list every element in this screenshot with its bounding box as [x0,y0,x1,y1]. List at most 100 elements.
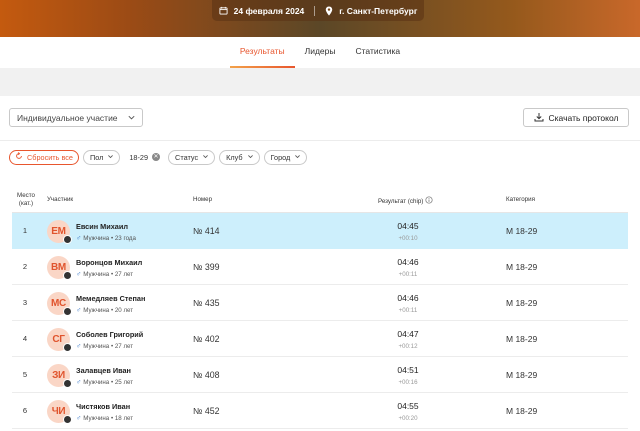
chevron-down-icon [127,113,136,124]
avatar: СГ [47,328,72,352]
reset-filters-button[interactable]: Сбросить все [9,149,79,165]
participation-type-value: Индивидуальное участие [17,112,118,123]
category-cell: М 18-29 [506,370,538,380]
results-table-header: Место (кат.) Участник Номер Результат (c… [0,186,640,213]
participant-name[interactable]: Залавцев Иван [76,366,131,375]
age-filter-value: 18-29 [129,152,149,162]
event-info-pill: 24 февраля 2024 г. Санкт-Петербург [212,0,424,21]
age-filter-selected[interactable]: 18-29 ✕ [124,149,165,165]
chevron-down-icon [247,153,254,162]
category-cell: М 18-29 [506,406,538,416]
flag-icon [63,307,72,316]
divider [0,140,640,141]
flag-icon [63,271,72,280]
participant-meta-text: Мужчина • 18 лет [83,415,134,422]
male-icon: ♂ [76,271,82,278]
result-gap: +00:20 [398,415,418,422]
event-hero-banner: 24 февраля 2024 г. Санкт-Петербург [0,0,640,37]
participant-name[interactable]: Соболев Григорий [76,330,143,339]
avatar-initials: ЧИ [51,406,66,417]
chevron-down-icon [294,153,301,162]
participant-name[interactable]: Воронцов Михаил [76,258,142,267]
participant-meta: ♂ Мужчина • 25 лет [76,379,133,386]
result-time: 04:47 [397,329,419,339]
location-pin-icon [325,6,333,16]
info-icon[interactable] [425,196,433,207]
place-column-header[interactable]: Место (кат.) [14,192,38,208]
result-gap: +00:12 [398,343,418,350]
results-toolbar: Индивидуальное участие Скачать протокол [0,96,640,140]
number-column-header[interactable]: Номер [193,196,212,204]
place-header-label: Место [17,192,35,199]
participant-meta-text: Мужчина • 23 года [83,235,136,242]
avatar-initials: СГ [52,334,65,345]
participant-meta-text: Мужчина • 20 лет [83,307,134,314]
category-cell: М 18-29 [506,298,538,308]
reset-filters-label: Сбросить все [27,152,73,162]
bib-number: № 452 [193,406,220,416]
table-row[interactable]: 1 ЕМ Евсин Михаил ♂ Мужчина • 23 года № 4… [12,213,628,249]
participant-name[interactable]: Мемедляев Степан [76,294,145,303]
result-column-header[interactable]: Результат (chip) [378,196,433,207]
section-separator [0,68,640,96]
filter-bar: Сбросить все Пол 18-29 ✕ Статус Клуб Гор… [9,149,308,165]
avatar: ЗИ [47,364,72,388]
avatar: ЕМ [47,220,72,244]
participant-meta: ♂ Мужчина • 27 лет [76,271,133,278]
result-time: 04:55 [397,401,419,411]
status-filter[interactable]: Статус [168,149,216,165]
participant-column-header[interactable]: Участник [47,196,73,204]
participant-meta-text: Мужчина • 27 лет [83,343,134,350]
participant-meta-text: Мужчина • 25 лет [83,379,134,386]
chevron-down-icon [107,153,114,162]
participant-name[interactable]: Чистяков Иван [76,402,130,411]
bib-number: № 408 [193,370,220,380]
participant-meta: ♂ Мужчина • 20 лет [76,307,133,314]
tab-results[interactable]: Результаты [229,37,295,68]
download-protocol-button[interactable]: Скачать протокол [523,108,629,127]
male-icon: ♂ [76,307,82,314]
participant-meta: ♂ Мужчина • 27 лет [76,343,133,350]
tab-leaders[interactable]: Лидеры [303,37,338,68]
avatar: ЧИ [47,400,72,424]
avatar: ВМ [47,256,72,280]
chevron-down-icon [202,153,209,162]
event-date: 24 февраля 2024 [233,5,305,16]
download-icon [534,112,544,124]
flag-icon [63,379,72,388]
category-column-header[interactable]: Категория [506,196,535,204]
result-gap: +00:10 [398,235,418,242]
reset-icon [15,152,23,162]
participation-type-select[interactable]: Индивидуальное участие [9,108,143,127]
male-icon: ♂ [76,379,82,386]
result-gap: +00:11 [398,271,418,278]
tab-statistics[interactable]: Статистика [353,37,402,68]
result-header-label: Результат (chip) [378,197,424,205]
bib-number: № 399 [193,262,220,272]
place-cell: 3 [22,298,28,307]
result-time: 04:46 [397,293,419,303]
divider [314,5,316,16]
city-filter-label: Город [270,152,291,162]
participant-meta-text: Мужчина • 27 лет [83,271,134,278]
clear-icon[interactable]: ✕ [152,153,161,161]
table-row[interactable]: 3 МС Мемедляев Степан ♂ Мужчина • 20 лет … [12,285,628,321]
table-row[interactable]: 6 ЧИ Чистяков Иван ♂ Мужчина • 18 лет № 4… [12,393,628,429]
city-filter[interactable]: Город [263,149,308,165]
participant-name[interactable]: Евсин Михаил [76,222,128,231]
club-filter-label: Клуб [226,152,243,162]
gender-filter[interactable]: Пол [82,149,121,165]
place-header-sublabel: (кат.) [18,200,34,207]
flag-icon [63,415,72,424]
male-icon: ♂ [76,415,82,422]
participant-meta: ♂ Мужчина • 23 года [76,235,136,242]
flag-icon [63,235,72,244]
table-row[interactable]: 2 ВМ Воронцов Михаил ♂ Мужчина • 27 лет №… [12,249,628,285]
table-row[interactable]: 4 СГ Соболев Григорий ♂ Мужчина • 27 лет … [12,321,628,357]
place-cell: 5 [22,370,28,379]
bib-number: № 414 [193,226,220,236]
table-row[interactable]: 5 ЗИ Залавцев Иван ♂ Мужчина • 25 лет № 4… [12,357,628,393]
participant-meta: ♂ Мужчина • 18 лет [76,415,133,422]
result-time: 04:51 [397,365,419,375]
club-filter[interactable]: Клуб [219,149,260,165]
